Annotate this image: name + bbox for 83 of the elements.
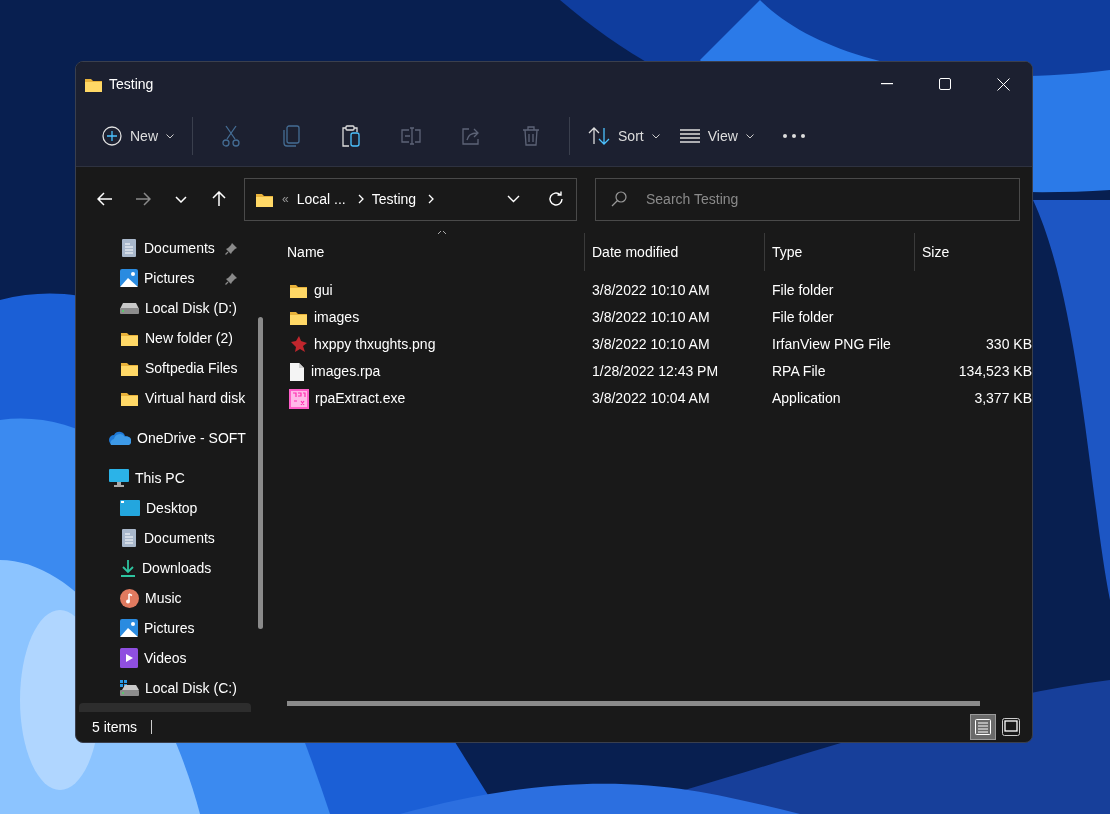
close-icon [996, 77, 1010, 91]
monitor-icon [120, 500, 140, 516]
maximize-icon [939, 78, 951, 90]
file-name[interactable]: hxppy thxughts.png [266, 334, 584, 355]
folder-icon [289, 282, 308, 299]
search-field[interactable]: Search Testing [595, 177, 1020, 221]
refresh-icon [548, 191, 564, 207]
folder-icon [289, 309, 308, 326]
sidebar-item[interactable]: Virtual hard disk [76, 383, 266, 413]
monitor-icon [109, 469, 129, 487]
column-header[interactable]: Date modified [584, 233, 764, 271]
sidebar-item[interactable]: Local Disk (D:) [76, 293, 266, 323]
view-button[interactable]: View [669, 116, 764, 156]
date-cell-text: 3/8/2022 10:04 AM [591, 389, 711, 408]
forward-icon [135, 191, 151, 207]
chevron-right-icon [428, 194, 435, 204]
date-cell-text: 3/8/2022 10:10 AM [591, 308, 711, 327]
file-name[interactable]: images.rpa [266, 361, 584, 382]
column-header[interactable]: Size [914, 233, 1004, 271]
sidebar-item[interactable]: Videos [76, 643, 266, 673]
picture-icon [120, 619, 138, 637]
window-title: Testing [109, 74, 154, 94]
chevron-down-icon [166, 133, 174, 139]
minimize-icon [881, 83, 893, 85]
column-header[interactable]: Name [266, 233, 584, 271]
file-name[interactable]: rpaExtract.exe [266, 388, 584, 409]
file-icon [289, 361, 305, 382]
back-icon [97, 191, 113, 207]
sidebar-item[interactable]: Softpedia Files [76, 353, 266, 383]
sidebar-item[interactable]: Documents [76, 233, 258, 263]
app-icon [289, 388, 309, 409]
drive-icon [120, 302, 139, 314]
breadcrumb[interactable]: Testing [371, 188, 417, 210]
size-cell-text: 3,377 KB [974, 389, 1032, 408]
horizontal-scrollbar[interactable] [287, 701, 980, 706]
sidebar-item[interactable]: Downloads [76, 553, 266, 583]
sidebar-item[interactable]: Documents [76, 523, 266, 553]
item-count: 5 items [92, 717, 138, 737]
sidebar-item[interactable]: Pictures [76, 263, 258, 293]
sort-button[interactable]: Sort [578, 116, 670, 156]
video-icon [120, 648, 138, 668]
size-cell-text: 134,523 KB [958, 362, 1032, 381]
sidebar-item[interactable]: Pictures [76, 613, 266, 643]
search-icon [611, 190, 627, 207]
picture-icon [120, 269, 138, 287]
view-button[interactable] [970, 714, 996, 740]
chevron-down-icon [507, 195, 520, 203]
document-icon [120, 238, 138, 258]
document-icon [120, 528, 138, 548]
overflow-chevrons[interactable]: « [282, 190, 289, 208]
sidebar-item[interactable]: Music [76, 583, 266, 613]
breadcrumb[interactable]: Local ... [296, 188, 346, 210]
chevron-down-icon [745, 133, 754, 139]
column-header[interactable]: Type [764, 233, 914, 271]
download-icon [120, 559, 136, 577]
sidebar-item[interactable]: Local Disk (C:) [76, 673, 266, 703]
tiles-view-icon [1002, 718, 1020, 736]
type-cell-text: File folder [771, 281, 835, 300]
file-name[interactable]: images [266, 307, 584, 328]
sidebar-item[interactable]: New folder (2) [76, 323, 266, 353]
new-button[interactable]: New [92, 116, 184, 156]
sidebar-item[interactable]: OneDrive - SOFT [76, 423, 266, 453]
drive-icon [120, 680, 139, 696]
type-cell-text: IrfanView PNG File [771, 335, 892, 354]
type-cell-text: RPA File [771, 362, 827, 381]
scrollbar-thumb[interactable] [258, 317, 263, 629]
type-cell-text: Application [771, 389, 842, 408]
size-cell-text: 330 KB [986, 335, 1032, 354]
chevron-down-icon [651, 133, 660, 139]
details-view-icon [975, 719, 991, 735]
address-bar[interactable]: « Local ... Testing [244, 177, 577, 221]
sidebar-item[interactable]: Desktop [76, 493, 266, 523]
music-icon [120, 588, 139, 608]
date-cell-text: 3/8/2022 10:10 AM [591, 335, 711, 354]
file-name[interactable]: gui [266, 280, 584, 301]
cloud-icon [109, 431, 131, 445]
chevron-right-icon [357, 194, 364, 204]
chevron-down-icon [175, 195, 187, 203]
date-cell-text: 3/8/2022 10:10 AM [591, 281, 711, 300]
type-cell-text: File folder [771, 308, 835, 327]
date-cell-text: 1/28/2022 12:43 PM [591, 362, 720, 381]
up-icon [211, 191, 227, 207]
sidebar-item[interactable]: This PC [76, 463, 266, 493]
